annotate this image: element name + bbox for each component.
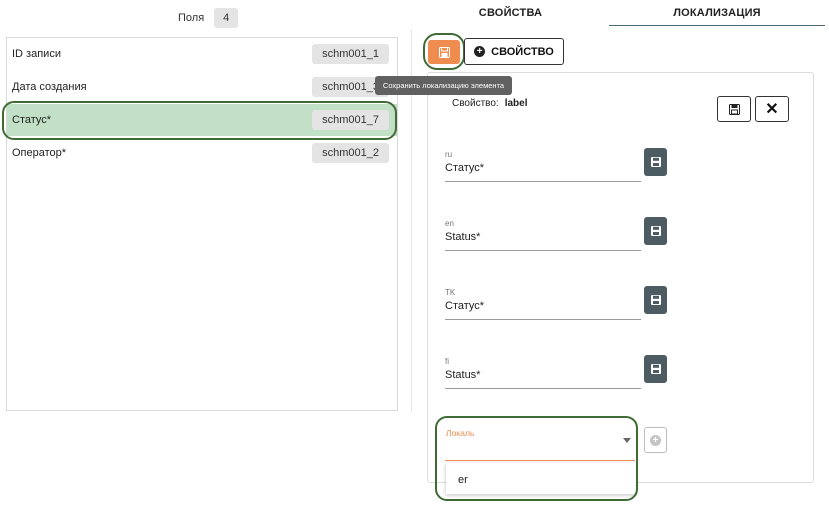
localization-field-tk[interactable]: TK Статус* [445, 288, 641, 320]
field-code: schm001_7 [312, 110, 389, 130]
field-name: Статус* [12, 114, 52, 126]
locale-code: en [445, 219, 454, 228]
save-locale-button[interactable] [644, 355, 667, 383]
plus-circle-icon: + [474, 46, 486, 57]
floppy-icon [650, 295, 661, 305]
property-prefix: Свойство: [452, 98, 499, 109]
localization-field-ru[interactable]: ru Статус* [445, 150, 641, 182]
fields-header: Поля 4 [178, 8, 239, 28]
card-save-button[interactable] [717, 96, 751, 122]
plus-circle-icon: + [650, 434, 661, 446]
localization-field-fi[interactable]: fi Status* [445, 357, 641, 389]
property-title: Свойство: label [452, 98, 528, 109]
locale-option[interactable]: er [446, 463, 636, 494]
close-icon: ✕ [765, 101, 779, 118]
localization-card [427, 72, 814, 483]
locale-value[interactable]: Статус* [445, 300, 484, 312]
locale-code: ru [445, 150, 453, 159]
card-close-button[interactable]: ✕ [755, 96, 789, 122]
property-name: label [504, 98, 528, 109]
floppy-icon [728, 103, 740, 115]
floppy-icon [438, 46, 450, 58]
floppy-icon [650, 157, 661, 167]
locale-select-label: Локаль [446, 428, 475, 438]
tooltip: Сохранить локализацию элемента [375, 76, 512, 95]
add-property-button[interactable]: + СВОЙСТВО [464, 38, 564, 65]
field-row[interactable]: Дата создания schm001_3 [7, 71, 397, 103]
fields-label: Поля [178, 12, 205, 24]
localization-field-en[interactable]: en Status* [445, 219, 641, 251]
save-locale-button[interactable] [644, 148, 667, 176]
locale-value[interactable]: Status* [445, 369, 480, 381]
field-row[interactable]: ID записи schm001_1 [7, 38, 397, 70]
field-code: schm001_2 [312, 143, 389, 163]
field-name: Дата создания [12, 81, 87, 93]
locale-value[interactable]: Статус* [445, 162, 484, 174]
fields-list: ID записи schm001_1 Дата создания schm00… [6, 37, 398, 411]
floppy-icon [650, 364, 661, 374]
add-property-label: СВОЙСТВО [491, 45, 554, 58]
locale-code: fi [445, 357, 449, 366]
field-name: ID записи [12, 48, 61, 60]
add-locale-button[interactable]: + [644, 427, 667, 453]
field-row-selected[interactable]: Статус* schm001_7 [7, 104, 397, 136]
locale-code: TK [445, 288, 456, 297]
save-localization-button[interactable] [428, 40, 460, 64]
locale-value[interactable]: Status* [445, 231, 480, 243]
field-row[interactable]: Оператор* schm001_2 [7, 137, 397, 169]
tab-localization[interactable]: ЛОКАЛИЗАЦИЯ [609, 0, 825, 26]
tab-properties[interactable]: СВОЙСТВА [412, 0, 609, 26]
floppy-icon [650, 226, 661, 236]
save-locale-button[interactable] [644, 217, 667, 245]
field-code: schm001_1 [312, 44, 389, 64]
chevron-down-icon[interactable] [623, 438, 631, 443]
locale-select[interactable]: Локаль [445, 424, 635, 461]
field-name: Оператор* [12, 147, 67, 159]
fields-count-badge: 4 [214, 8, 239, 28]
save-locale-button[interactable] [644, 286, 667, 314]
